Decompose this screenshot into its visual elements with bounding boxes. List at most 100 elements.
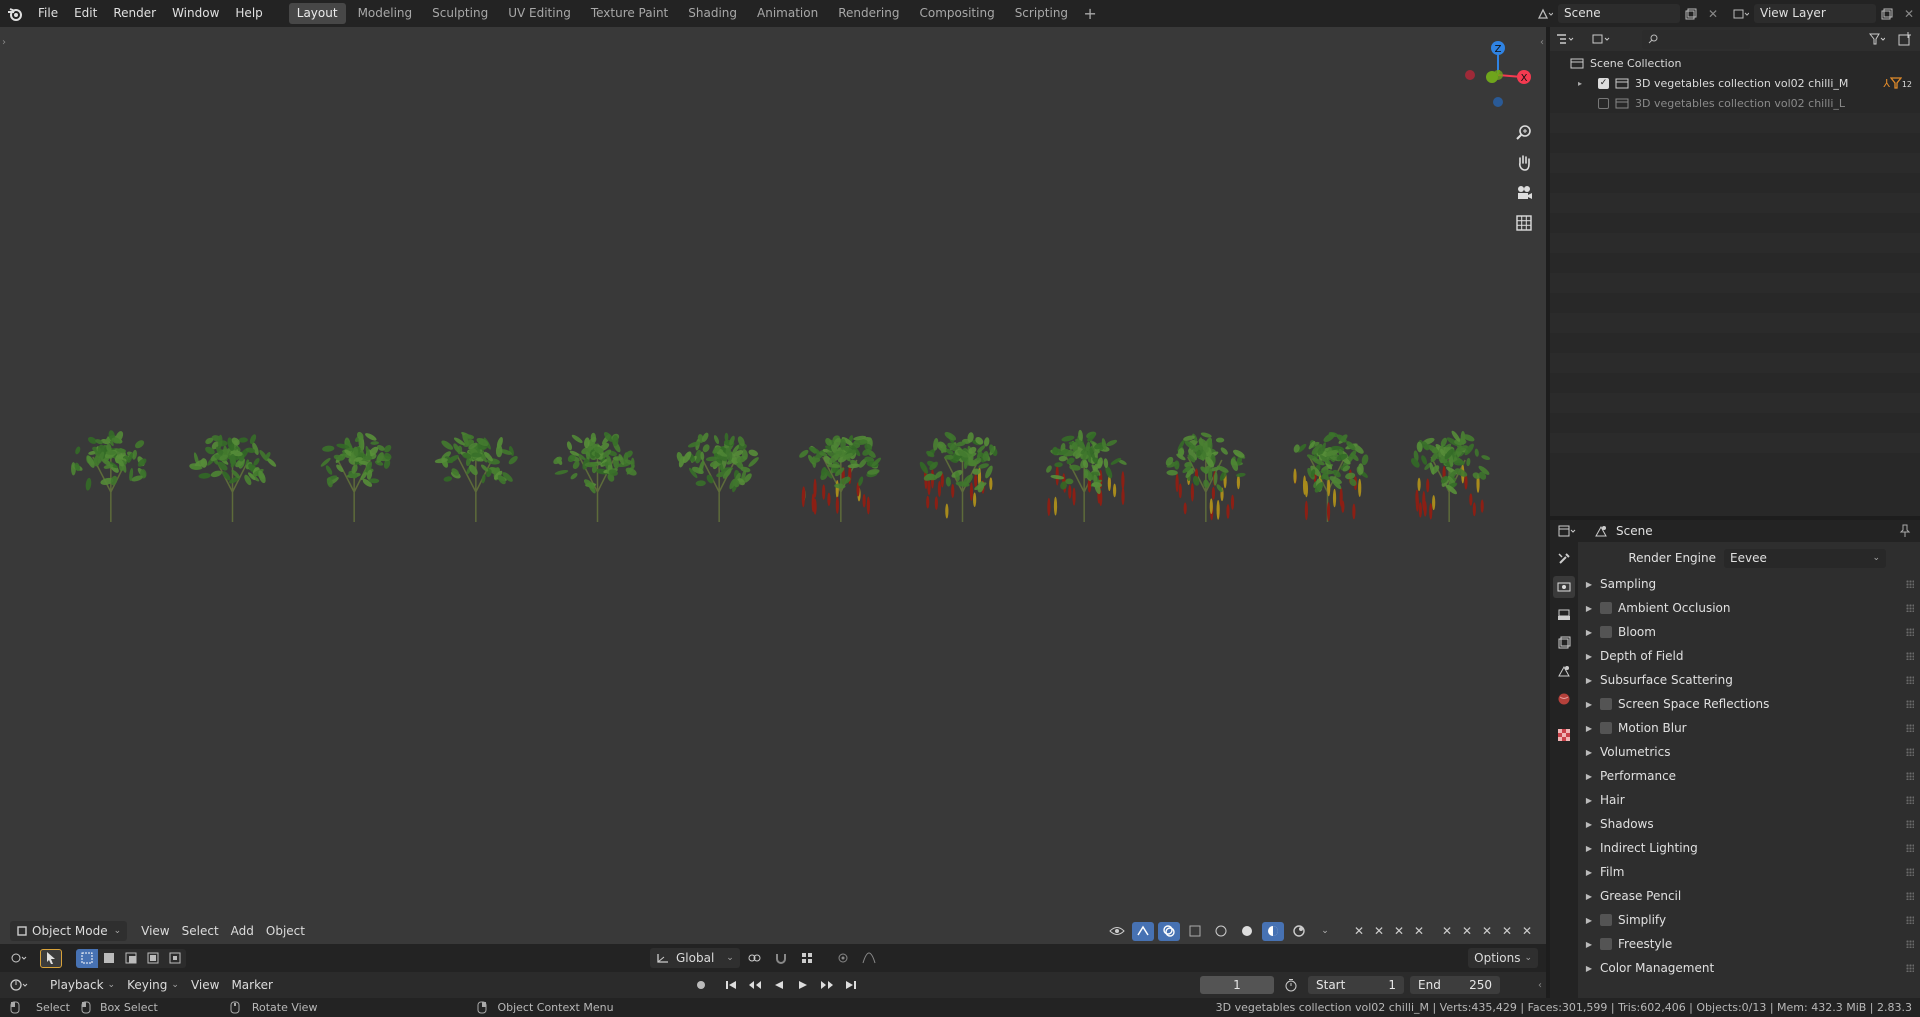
menu-object[interactable]: Object [260,921,311,941]
expand-arrow-icon[interactable]: ▶ [1582,820,1596,829]
selection-subtract-icon[interactable] [120,949,142,968]
panel-header[interactable]: ▶ Subsurface Scattering [1582,668,1916,692]
proportional-editing-icon[interactable] [832,949,854,968]
drag-grip-icon[interactable] [1906,844,1914,852]
gizmo-toggle-icon[interactable] [1132,921,1154,941]
panel-header[interactable]: ▶ Simplify [1582,908,1916,932]
menu-edit[interactable]: Edit [66,0,105,27]
hand-pan-icon[interactable] [1512,150,1536,176]
grid-icon[interactable] [1512,210,1536,236]
visibility-eye-icon[interactable] [1106,922,1128,941]
tool-tab-icon[interactable] [1553,548,1575,570]
expand-arrow-icon[interactable]: ▶ [1582,844,1596,853]
panel-header[interactable]: ▶ Performance [1582,764,1916,788]
properties-editor-icon[interactable] [1556,522,1578,541]
drag-grip-icon[interactable] [1906,868,1914,876]
expand-arrow-icon[interactable]: ▶ [1582,580,1596,589]
panel-header[interactable]: ▶ Screen Space Reflections [1582,692,1916,716]
tab-compositing[interactable]: Compositing [911,3,1002,24]
expand-arrow-icon[interactable]: ▶ [1582,868,1596,877]
next-keyframe-icon[interactable] [816,976,838,995]
panel-enable-checkbox[interactable] [1600,698,1612,710]
menu-view[interactable]: View [135,921,175,941]
expand-arrow-icon[interactable]: ▶ [1582,724,1596,733]
jump-start-icon[interactable] [720,976,742,995]
chili-plant[interactable] [320,431,393,522]
texture-tab-icon[interactable] [1553,724,1575,746]
render-tab-icon[interactable] [1553,576,1575,598]
stopwatch-icon[interactable] [1280,976,1302,995]
tab-animation[interactable]: Animation [749,3,826,24]
expand-arrow-icon[interactable]: ▶ [1582,700,1596,709]
expand-arrow-icon[interactable]: ▶ [1582,772,1596,781]
panel-header[interactable]: ▶ Shadows [1582,812,1916,836]
sidebar-expand-icon[interactable]: ‹ [1540,37,1544,48]
new-collection-icon[interactable] [1894,30,1916,49]
panel-enable-checkbox[interactable] [1600,626,1612,638]
drag-grip-icon[interactable] [1906,580,1914,588]
expand-arrow-icon[interactable]: ▶ [1582,940,1596,949]
scene-browse-icon[interactable] [1534,4,1556,23]
overlays-toggle-icon[interactable] [1158,921,1180,941]
panel-header[interactable]: ▶ Indirect Lighting [1582,836,1916,860]
xray-toggle-icon[interactable] [1184,922,1206,941]
scene-name-field[interactable]: Scene [1558,4,1680,23]
toggle-x-icon[interactable]: ✕ [1370,922,1388,941]
collection-row[interactable]: ▸ ✓ 3D vegetables collection vol02 chill… [1550,73,1920,93]
play-reverse-icon[interactable] [768,976,790,995]
selection-invert-icon[interactable] [142,949,164,968]
toggle-x-icon[interactable]: ✕ [1438,922,1456,941]
expand-arrow-icon[interactable]: ▶ [1582,796,1596,805]
chili-plant[interactable] [71,430,148,522]
expand-arrow-icon[interactable]: ▶ [1582,652,1596,661]
view-layer-tab-icon[interactable] [1553,632,1575,654]
delete-view-layer-icon[interactable]: ✕ [1898,4,1920,23]
menu-marker[interactable]: Marker [225,975,278,995]
render-engine-dropdown[interactable]: Eevee ⌄ [1724,548,1886,568]
select-tool-icon[interactable] [40,948,62,968]
chili-plant[interactable] [1045,429,1128,522]
panel-enable-checkbox[interactable] [1600,602,1612,614]
chili-plant[interactable] [918,430,998,522]
expand-arrow-icon[interactable]: ▶ [1582,676,1596,685]
drag-grip-icon[interactable] [1906,724,1914,732]
snap-element-icon[interactable] [796,949,818,968]
drag-grip-icon[interactable] [1906,940,1914,948]
panel-header[interactable]: ▶ Grease Pencil [1582,884,1916,908]
gizmo-y-axis[interactable] [1486,71,1498,83]
menu-file[interactable]: File [30,0,66,27]
menu-keying[interactable]: Keying ⌄ [121,975,185,995]
panel-header[interactable]: ▶ Hair [1582,788,1916,812]
chili-plant[interactable] [552,430,638,522]
view-layer-browse-icon[interactable] [1730,4,1752,23]
drag-grip-icon[interactable] [1906,748,1914,756]
panel-header[interactable]: ▶ Motion Blur [1582,716,1916,740]
solid-shading-icon[interactable] [1236,922,1258,941]
toggle-x-icon[interactable]: ✕ [1350,922,1368,941]
display-mode-icon[interactable] [1590,30,1612,49]
panel-header[interactable]: ▶ Film [1582,860,1916,884]
toggle-x-icon[interactable]: ✕ [1518,922,1536,941]
drag-grip-icon[interactable] [1906,604,1914,612]
rendered-shading-icon[interactable] [1288,922,1310,941]
view-layer-field[interactable]: View Layer [1754,4,1876,23]
toggle-x-icon[interactable]: ✕ [1478,922,1496,941]
selection-extend-icon[interactable] [98,949,120,968]
world-tab-icon[interactable] [1553,688,1575,710]
drag-grip-icon[interactable] [1906,820,1914,828]
drag-grip-icon[interactable] [1906,916,1914,924]
wireframe-shading-icon[interactable] [1210,922,1232,941]
gizmo-neg-x-axis[interactable] [1465,70,1475,80]
chili-plant[interactable] [1293,431,1370,522]
panel-header[interactable]: ▶ Color Management [1582,956,1916,980]
options-button[interactable]: Options ⌄ [1468,948,1538,968]
toggle-x-icon[interactable]: ✕ [1458,922,1476,941]
drag-grip-icon[interactable] [1906,892,1914,900]
menu-help[interactable]: Help [227,0,270,27]
filter-badge[interactable]: 12 [1889,77,1912,89]
tab-uv-editing[interactable]: UV Editing [500,3,579,24]
blender-logo-icon[interactable] [0,0,30,27]
panel-header[interactable]: ▶ Sampling [1582,572,1916,596]
camera-icon[interactable] [1512,180,1536,206]
drag-grip-icon[interactable] [1906,772,1914,780]
